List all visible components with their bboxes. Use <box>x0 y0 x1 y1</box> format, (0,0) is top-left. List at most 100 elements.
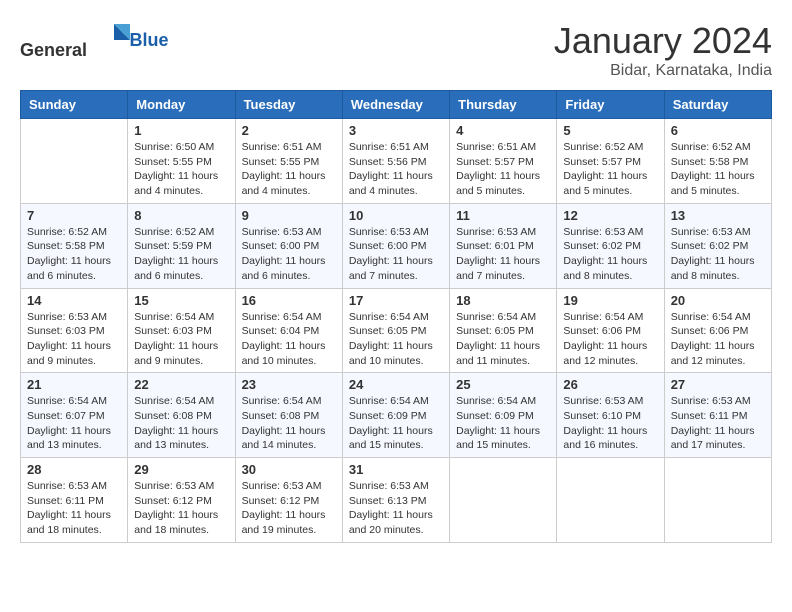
calendar-cell: 2 Sunrise: 6:51 AMSunset: 5:55 PMDaylight… <box>235 119 342 204</box>
day-number: 11 <box>456 208 550 223</box>
calendar-week-row: 7Sunrise: 6:52 AMSunset: 5:58 PMDaylight… <box>21 203 772 288</box>
weekday-header-row: SundayMondayTuesdayWednesdayThursdayFrid… <box>21 91 772 119</box>
day-info: Sunrise: 6:53 AMSunset: 6:13 PMDaylight:… <box>349 479 443 538</box>
weekday-header-sunday: Sunday <box>21 91 128 119</box>
calendar-week-row: 1Sunrise: 6:50 AMSunset: 5:55 PMDaylight… <box>21 119 772 204</box>
calendar-cell: 12Sunrise: 6:53 AMSunset: 6:02 PMDayligh… <box>557 203 664 288</box>
weekday-header-wednesday: Wednesday <box>342 91 449 119</box>
day-number: 28 <box>27 462 121 477</box>
day-info: Sunrise: 6:54 AMSunset: 6:08 PMDaylight:… <box>242 394 336 453</box>
calendar-week-row: 21 Sunrise: 6:54 AMSunset: 6:07 PMDayligh… <box>21 373 772 458</box>
calendar-cell: 16 Sunrise: 6:54 AMSunset: 6:04 PMDayligh… <box>235 288 342 373</box>
weekday-header-saturday: Saturday <box>664 91 771 119</box>
location: Bidar, Karnataka, India <box>554 62 772 80</box>
day-info: Sunrise: 6:53 AMSunset: 6:11 PMDaylight:… <box>27 479 121 538</box>
weekday-header-tuesday: Tuesday <box>235 91 342 119</box>
day-number: 26 <box>563 377 657 392</box>
logo-general-text: General <box>20 40 87 60</box>
day-info: Sunrise: 6:52 AMSunset: 5:57 PMDaylight:… <box>563 140 657 199</box>
day-info: Sunrise: 6:54 AMSunset: 6:08 PMDaylight:… <box>134 394 228 453</box>
calendar-cell: 7Sunrise: 6:52 AMSunset: 5:58 PMDaylight… <box>21 203 128 288</box>
day-number: 10 <box>349 208 443 223</box>
day-number: 3 <box>349 123 443 138</box>
month-title: January 2024 <box>554 20 772 62</box>
calendar-cell: 20 Sunrise: 6:54 AMSunset: 6:06 PMDayligh… <box>664 288 771 373</box>
calendar-cell: 17Sunrise: 6:54 AMSunset: 6:05 PMDayligh… <box>342 288 449 373</box>
day-info: Sunrise: 6:51 AMSunset: 5:55 PMDaylight:… <box>242 140 336 199</box>
day-number: 12 <box>563 208 657 223</box>
calendar-cell <box>21 119 128 204</box>
calendar-cell: 24 Sunrise: 6:54 AMSunset: 6:09 PMDayligh… <box>342 373 449 458</box>
calendar-cell: 5 Sunrise: 6:52 AMSunset: 5:57 PMDaylight… <box>557 119 664 204</box>
day-info: Sunrise: 6:53 AMSunset: 6:10 PMDaylight:… <box>563 394 657 453</box>
day-number: 16 <box>242 293 336 308</box>
calendar-cell: 18Sunrise: 6:54 AMSunset: 6:05 PMDayligh… <box>450 288 557 373</box>
calendar-cell: 3 Sunrise: 6:51 AMSunset: 5:56 PMDaylight… <box>342 119 449 204</box>
logo: General Blue <box>20 20 169 61</box>
day-number: 20 <box>671 293 765 308</box>
day-number: 27 <box>671 377 765 392</box>
day-number: 19 <box>563 293 657 308</box>
day-info: Sunrise: 6:52 AMSunset: 5:58 PMDaylight:… <box>27 225 121 284</box>
calendar-cell: 25Sunrise: 6:54 AMSunset: 6:09 PMDayligh… <box>450 373 557 458</box>
calendar-cell <box>664 458 771 543</box>
day-info: Sunrise: 6:54 AMSunset: 6:06 PMDaylight:… <box>671 310 765 369</box>
day-info: Sunrise: 6:53 AMSunset: 6:01 PMDaylight:… <box>456 225 550 284</box>
day-info: Sunrise: 6:54 AMSunset: 6:04 PMDaylight:… <box>242 310 336 369</box>
day-number: 4 <box>456 123 550 138</box>
day-info: Sunrise: 6:53 AMSunset: 6:12 PMDaylight:… <box>134 479 228 538</box>
day-info: Sunrise: 6:52 AMSunset: 5:59 PMDaylight:… <box>134 225 228 284</box>
calendar-cell: 13 Sunrise: 6:53 AMSunset: 6:02 PMDayligh… <box>664 203 771 288</box>
day-number: 29 <box>134 462 228 477</box>
day-number: 13 <box>671 208 765 223</box>
day-info: Sunrise: 6:52 AMSunset: 5:58 PMDaylight:… <box>671 140 765 199</box>
weekday-header-thursday: Thursday <box>450 91 557 119</box>
day-info: Sunrise: 6:54 AMSunset: 6:06 PMDaylight:… <box>563 310 657 369</box>
day-number: 31 <box>349 462 443 477</box>
calendar-cell: 22 Sunrise: 6:54 AMSunset: 6:08 PMDayligh… <box>128 373 235 458</box>
weekday-header-friday: Friday <box>557 91 664 119</box>
day-info: Sunrise: 6:54 AMSunset: 6:09 PMDaylight:… <box>349 394 443 453</box>
calendar-cell: 28 Sunrise: 6:53 AMSunset: 6:11 PMDayligh… <box>21 458 128 543</box>
logo-icon <box>94 20 130 56</box>
day-number: 14 <box>27 293 121 308</box>
day-number: 22 <box>134 377 228 392</box>
title-block: January 2024 Bidar, Karnataka, India <box>554 20 772 80</box>
page-header: General Blue January 2024 Bidar, Karnata… <box>20 20 772 80</box>
calendar-cell: 1Sunrise: 6:50 AMSunset: 5:55 PMDaylight… <box>128 119 235 204</box>
day-info: Sunrise: 6:51 AMSunset: 5:56 PMDaylight:… <box>349 140 443 199</box>
calendar-week-row: 14 Sunrise: 6:53 AMSunset: 6:03 PMDayligh… <box>21 288 772 373</box>
calendar-cell: 6Sunrise: 6:52 AMSunset: 5:58 PMDaylight… <box>664 119 771 204</box>
day-info: Sunrise: 6:51 AMSunset: 5:57 PMDaylight:… <box>456 140 550 199</box>
day-number: 9 <box>242 208 336 223</box>
calendar-cell <box>450 458 557 543</box>
day-info: Sunrise: 6:53 AMSunset: 6:00 PMDaylight:… <box>242 225 336 284</box>
weekday-header-monday: Monday <box>128 91 235 119</box>
day-info: Sunrise: 6:53 AMSunset: 6:02 PMDaylight:… <box>671 225 765 284</box>
day-number: 23 <box>242 377 336 392</box>
calendar-cell: 23 Sunrise: 6:54 AMSunset: 6:08 PMDayligh… <box>235 373 342 458</box>
calendar-cell: 26 Sunrise: 6:53 AMSunset: 6:10 PMDayligh… <box>557 373 664 458</box>
day-number: 15 <box>134 293 228 308</box>
day-number: 5 <box>563 123 657 138</box>
day-info: Sunrise: 6:54 AMSunset: 6:05 PMDaylight:… <box>349 310 443 369</box>
day-info: Sunrise: 6:53 AMSunset: 6:12 PMDaylight:… <box>242 479 336 538</box>
day-number: 18 <box>456 293 550 308</box>
calendar-cell: 14 Sunrise: 6:53 AMSunset: 6:03 PMDayligh… <box>21 288 128 373</box>
day-number: 25 <box>456 377 550 392</box>
day-number: 2 <box>242 123 336 138</box>
day-number: 30 <box>242 462 336 477</box>
day-info: Sunrise: 6:53 AMSunset: 6:00 PMDaylight:… <box>349 225 443 284</box>
calendar-cell: 27Sunrise: 6:53 AMSunset: 6:11 PMDayligh… <box>664 373 771 458</box>
calendar-cell: 31 Sunrise: 6:53 AMSunset: 6:13 PMDayligh… <box>342 458 449 543</box>
day-number: 1 <box>134 123 228 138</box>
day-info: Sunrise: 6:54 AMSunset: 6:07 PMDaylight:… <box>27 394 121 453</box>
day-number: 24 <box>349 377 443 392</box>
calendar-cell: 21 Sunrise: 6:54 AMSunset: 6:07 PMDayligh… <box>21 373 128 458</box>
day-number: 21 <box>27 377 121 392</box>
calendar-cell: 29 Sunrise: 6:53 AMSunset: 6:12 PMDayligh… <box>128 458 235 543</box>
calendar-cell: 8Sunrise: 6:52 AMSunset: 5:59 PMDaylight… <box>128 203 235 288</box>
day-info: Sunrise: 6:53 AMSunset: 6:03 PMDaylight:… <box>27 310 121 369</box>
calendar-cell: 4 Sunrise: 6:51 AMSunset: 5:57 PMDaylight… <box>450 119 557 204</box>
calendar-cell: 30 Sunrise: 6:53 AMSunset: 6:12 PMDayligh… <box>235 458 342 543</box>
